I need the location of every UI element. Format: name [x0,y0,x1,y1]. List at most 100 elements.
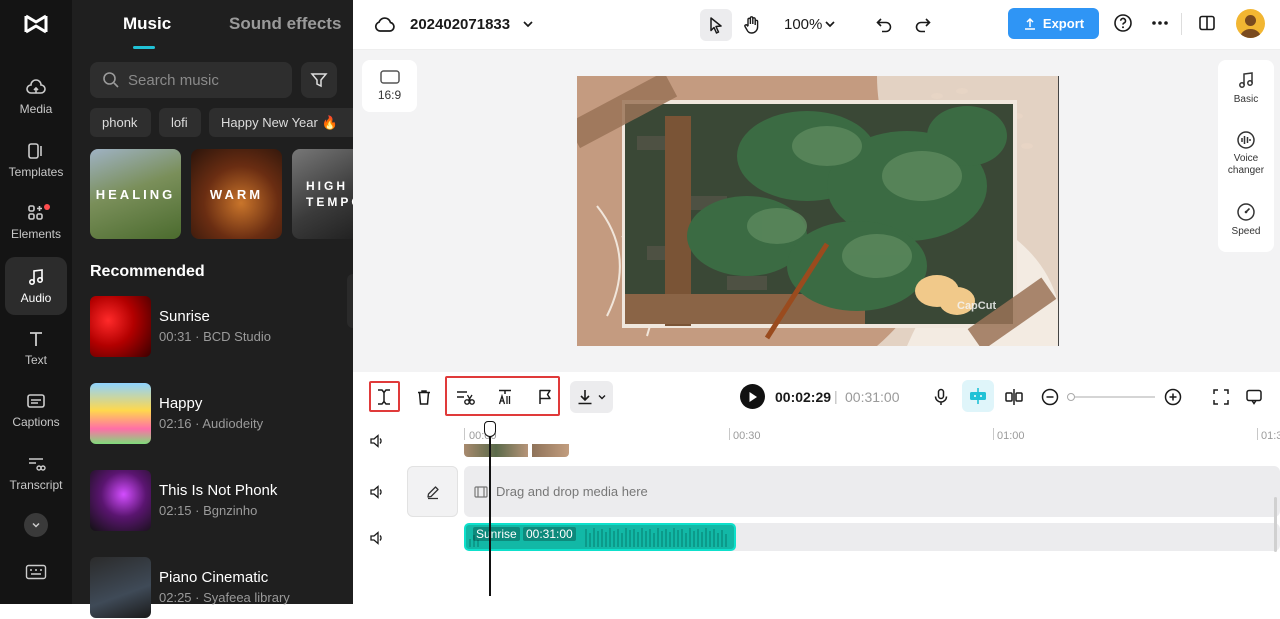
marker-button[interactable] [530,382,560,412]
help-button[interactable] [1112,12,1134,34]
export-button[interactable]: Export [1008,8,1099,39]
auto-snap-toggle[interactable] [962,380,994,412]
rail-item-elements[interactable]: Elements [5,193,67,251]
track-item[interactable]: This Is Not Phonk 02:15 · Bgnzinho [90,470,340,532]
rail-item-captions[interactable]: Captions [5,381,67,439]
rail-item-text[interactable]: Text [5,319,67,377]
zoom-out-button[interactable] [1035,382,1065,412]
playhead[interactable] [489,430,491,596]
search-icon [103,72,119,88]
playhead-handle[interactable] [484,421,496,437]
project-menu-button[interactable] [519,15,537,33]
text-icon [30,332,42,346]
video-preview[interactable]: CapCut [577,76,1059,346]
ai-text-button[interactable] [490,382,520,412]
timeline-scrollbar[interactable] [1274,497,1277,552]
link-clips-button[interactable] [999,382,1029,412]
tab-sound-effects[interactable]: Sound effects [229,14,341,34]
rail-item-templates[interactable]: Templates [5,131,67,189]
aspect-ratio-button[interactable]: 16:9 [362,60,417,112]
edit-cover-button[interactable] [407,466,458,517]
more-tools-button[interactable] [24,513,48,537]
track-item[interactable]: Happy 02:16 · Audiodeity [90,383,340,445]
more-options-button[interactable] [1149,12,1171,34]
chip-phonk[interactable]: phonk [90,108,151,137]
mute-track-button[interactable] [369,484,385,500]
notification-dot [44,204,50,210]
ruler-tick [464,428,465,440]
media-drop-zone[interactable]: Drag and drop media here [464,466,1280,517]
fit-timeline-button[interactable] [1206,382,1236,412]
drop-zone-text: Drag and drop media here [496,484,648,499]
layout-toggle-button[interactable] [1196,12,1218,34]
undo-icon [876,18,892,33]
user-avatar-icon [1240,15,1261,38]
property-speed[interactable]: Speed [1218,202,1274,246]
avatar[interactable] [1236,9,1265,38]
track-thumbnail [90,470,151,531]
ruler-tick [729,428,730,440]
cloud-sync-button[interactable] [373,13,397,37]
more-horizontal-icon [1152,21,1168,25]
divider [1181,13,1182,35]
chip-happy-new-year[interactable]: Happy New Year 🔥 [209,108,353,137]
record-voiceover-button[interactable] [926,382,956,412]
templates-icon [28,143,42,159]
rail-item-transcript[interactable]: Transcript [5,444,67,502]
rail-label: Transcript [9,478,63,492]
track-meta: 02:16 · Audiodeity [159,416,264,431]
ruler-tick [1257,428,1258,440]
redo-button[interactable] [911,12,935,36]
zoom-menu-button[interactable] [821,15,839,33]
rail-item-audio[interactable]: Audio [5,257,67,315]
play-button[interactable] [740,384,765,409]
property-label: Basic [1233,94,1259,105]
comment-icon [1246,389,1262,405]
track-name: Piano Cinematic [159,569,269,586]
search-input[interactable] [128,71,278,89]
chip-lofi[interactable]: lofi [159,108,201,137]
track-item[interactable]: Piano Cinematic 02:25 · Syafeea library [90,557,340,619]
audio-clip-name: Sunrise [473,527,520,541]
category-card-warm[interactable]: WARM [191,149,282,239]
right-property-panel: Basic Voice changer Speed [1218,60,1274,252]
filter-button[interactable] [301,62,337,98]
zoom-slider-handle[interactable] [1067,393,1075,401]
property-basic[interactable]: Basic [1218,70,1274,120]
smart-cut-button[interactable] [450,382,480,412]
delete-button[interactable] [409,382,439,412]
timeline-zoom-slider[interactable] [1069,396,1155,398]
ai-text-icon [498,389,511,405]
property-voice-changer[interactable]: Voice changer [1218,130,1274,190]
left-rail: Media Templates Elements Audio Text Capt… [0,0,72,604]
track-name: This Is Not Phonk [159,482,278,499]
music-note-icon [28,269,44,286]
zoom-in-button[interactable] [1158,382,1188,412]
category-card-high-tempo[interactable]: HIGH TEMPO [292,149,353,239]
fullscreen-icon [1213,389,1229,405]
tab-music[interactable]: Music [123,14,171,34]
split-button[interactable] [369,382,399,412]
download-menu-button[interactable] [570,381,613,413]
audio-clip[interactable]: Sunrise 00:31:00 [464,523,736,551]
hand-icon [744,16,759,34]
keyboard-icon [25,564,47,580]
speaker-icon [370,434,382,448]
split-screen-icon [1005,389,1023,405]
redo-icon [915,18,931,33]
rail-item-media[interactable]: Media [5,68,67,126]
feedback-button[interactable] [1239,382,1269,412]
project-name[interactable]: 202402071833 [410,16,510,33]
video-clip[interactable] [464,444,569,457]
mute-track-button[interactable] [369,530,385,546]
hand-tool-button[interactable] [736,9,768,41]
zoom-level[interactable]: 100% [784,16,822,33]
undo-button[interactable] [872,12,896,36]
track-item[interactable]: Sunrise 00:31 · BCD Studio [90,296,340,358]
help-icon [1114,14,1132,32]
keyboard-shortcuts-button[interactable] [25,564,47,580]
select-tool-button[interactable] [700,9,732,41]
mute-track-button[interactable] [369,433,385,449]
track-meta: 00:31 · BCD Studio [159,329,272,344]
category-card-healing[interactable]: HEALING [90,149,181,239]
